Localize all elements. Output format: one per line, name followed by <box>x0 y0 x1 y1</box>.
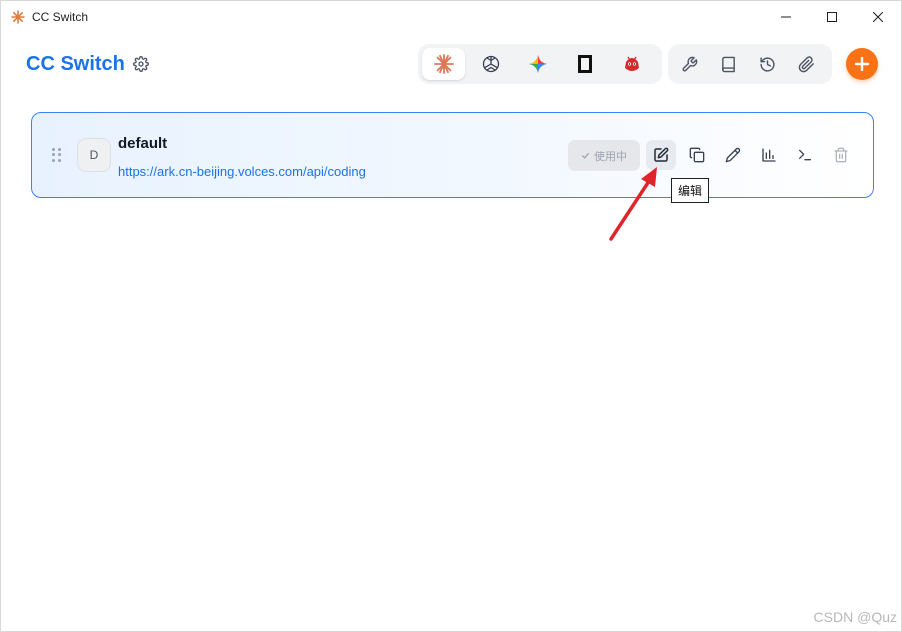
attachments-button[interactable] <box>789 48 824 80</box>
provider-card[interactable]: D default https://ark.cn-beijing.volces.… <box>31 112 874 198</box>
gemini-icon <box>529 55 547 73</box>
trash-icon <box>834 147 848 163</box>
app-brand-title: CC Switch <box>26 53 125 75</box>
terminal-button[interactable] <box>790 140 820 170</box>
tab-gemini[interactable] <box>516 48 559 80</box>
close-button[interactable] <box>855 1 901 32</box>
close-icon <box>873 11 883 22</box>
history-button[interactable] <box>750 48 785 80</box>
window-controls <box>763 1 901 32</box>
drag-handle-icon[interactable] <box>52 148 62 162</box>
tab-robot-app[interactable] <box>611 48 654 80</box>
settings-button[interactable] <box>131 54 151 74</box>
minimize-icon <box>781 16 791 17</box>
watermark: CSDN @Quz <box>813 609 897 625</box>
tab-claude[interactable] <box>422 48 466 80</box>
annotation-arrow-icon <box>609 167 657 241</box>
delete-button[interactable] <box>826 140 856 170</box>
terminal-icon <box>799 149 811 161</box>
tab-openai[interactable] <box>469 48 512 80</box>
app-switcher <box>418 44 662 84</box>
app-window: CC Switch CC Switch D default https://ar… <box>0 0 902 632</box>
minimize-button[interactable] <box>763 1 809 32</box>
openai-icon <box>482 55 499 73</box>
paperclip-icon <box>798 55 814 72</box>
add-provider-button[interactable] <box>846 48 878 80</box>
tools-button[interactable] <box>672 48 707 80</box>
provider-url[interactable]: https://ark.cn-beijing.volces.com/api/co… <box>118 164 366 179</box>
pencil-icon <box>725 147 741 163</box>
edit-tooltip: 编辑 <box>671 178 710 203</box>
book-icon <box>722 56 735 72</box>
stats-button[interactable] <box>754 140 784 170</box>
maximize-icon <box>827 11 837 22</box>
check-icon <box>581 152 590 159</box>
duplicate-button[interactable] <box>682 140 712 170</box>
provider-name: default <box>118 135 168 152</box>
claude-icon <box>433 54 454 74</box>
gear-icon <box>133 56 149 72</box>
tool-bar <box>668 44 832 84</box>
window-title: CC Switch <box>32 9 89 24</box>
duplicate-icon <box>689 147 705 163</box>
provider-avatar: D <box>77 138 111 172</box>
rename-button[interactable] <box>718 140 748 170</box>
maximize-button[interactable] <box>809 1 855 32</box>
docs-button[interactable] <box>711 48 746 80</box>
title-bar: CC Switch <box>1 1 901 32</box>
robot-app-icon <box>625 56 640 71</box>
tab-terminal-app[interactable] <box>564 48 607 80</box>
app-logo-icon <box>11 9 25 24</box>
history-icon <box>760 56 775 72</box>
wrench-icon <box>682 56 698 72</box>
stats-icon <box>762 148 776 162</box>
plus-icon <box>854 56 870 72</box>
terminal-app-icon <box>578 55 593 73</box>
